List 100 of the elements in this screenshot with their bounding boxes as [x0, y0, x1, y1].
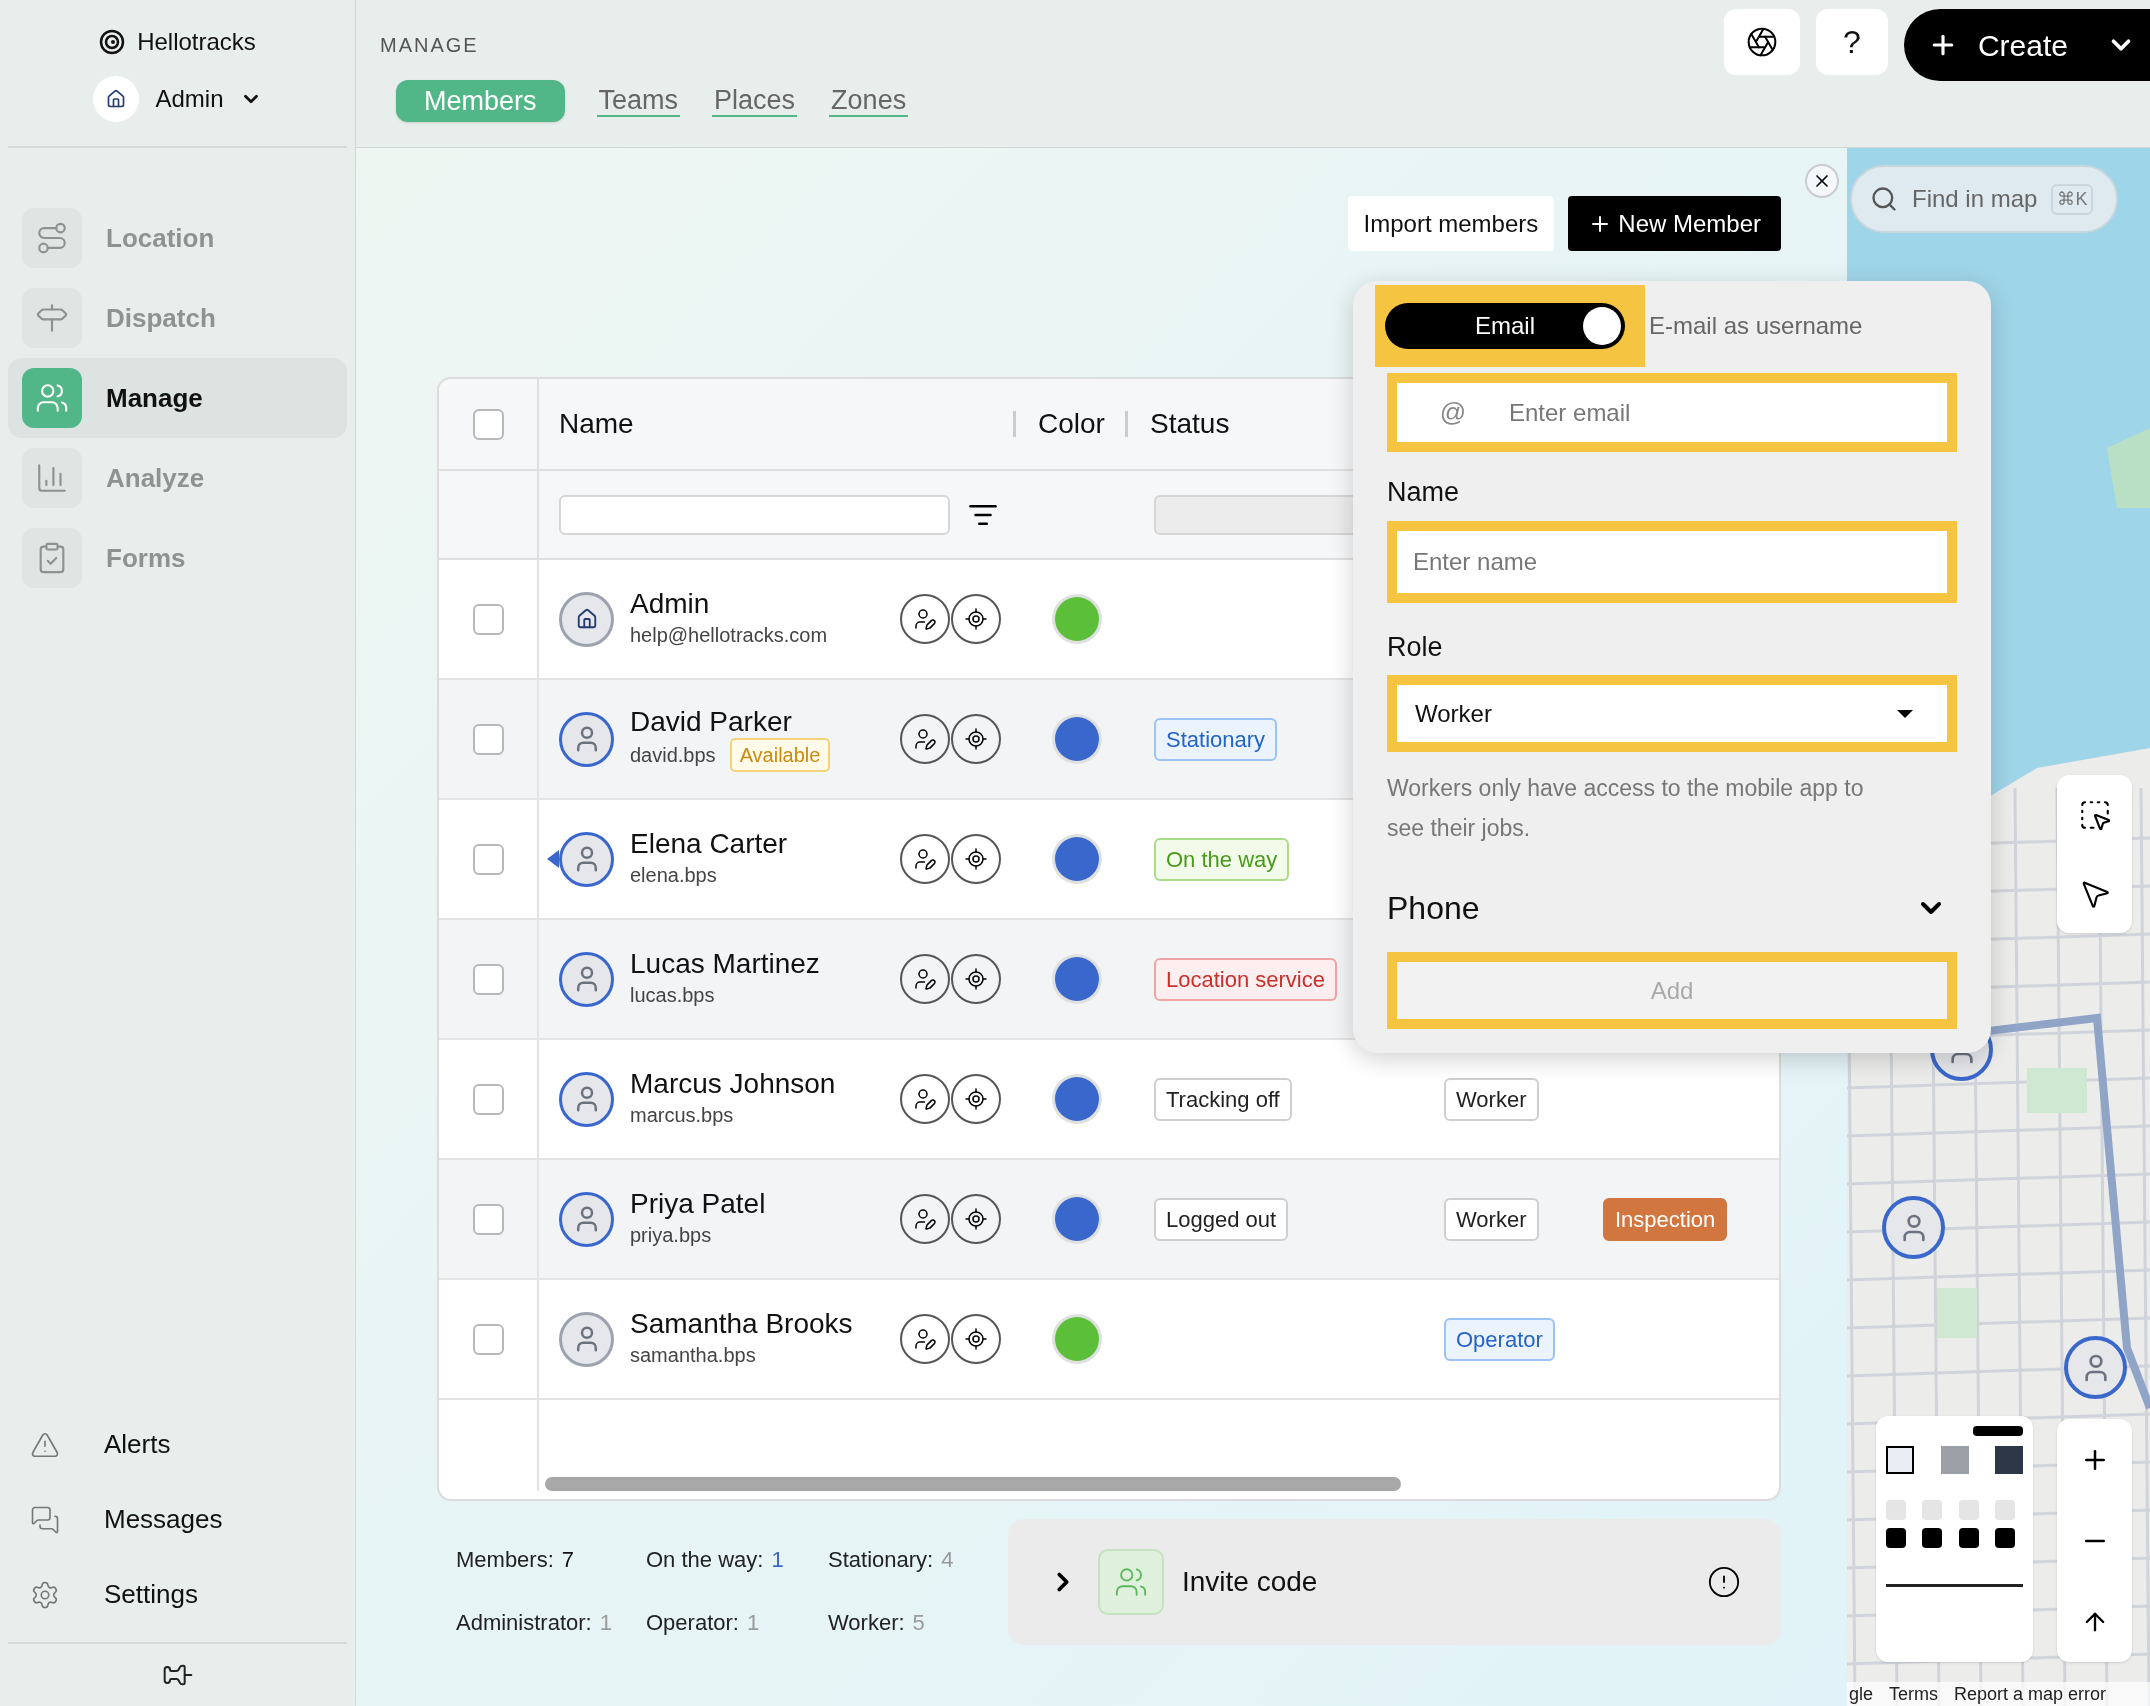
stat-label: Operator:	[646, 1609, 739, 1637]
user-edit-icon	[913, 1087, 937, 1111]
close-button[interactable]	[1805, 164, 1839, 198]
member-name: Samantha Brooks	[630, 1308, 854, 1340]
user-edit-icon	[913, 1207, 937, 1231]
tab[interactable]: Zones	[829, 85, 909, 117]
section-title: MANAGE	[380, 33, 480, 58]
column-header: Color	[1038, 407, 1105, 441]
edit-member-button[interactable]	[900, 1074, 950, 1124]
checkbox[interactable]	[472, 1083, 504, 1115]
help-button[interactable]: ?	[1815, 9, 1888, 75]
member-username: marcus.bps	[630, 1103, 734, 1128]
column-header: Name	[559, 407, 634, 441]
nav-label: Dispatch	[106, 301, 216, 335]
role-value: Worker	[1415, 698, 1492, 729]
stat-value: 1	[771, 1546, 784, 1574]
aperture-icon	[1745, 26, 1778, 58]
import-members-button[interactable]: Import members	[1347, 196, 1555, 251]
menu-item[interactable]: Messages	[30, 1500, 325, 1539]
stat-value: 1	[746, 1609, 760, 1637]
locate-button[interactable]	[951, 1074, 1001, 1124]
member-username: help@hellotracks.com	[630, 623, 828, 648]
email-input[interactable]: Enter email	[1509, 383, 1947, 442]
people-icon	[35, 381, 69, 415]
invite-code-card[interactable]: Invite code	[1008, 1519, 1781, 1645]
edit-member-button[interactable]	[900, 1194, 950, 1244]
new-member-button[interactable]: New Member	[1568, 196, 1781, 251]
stat-value: 5	[912, 1609, 925, 1637]
nav-label: Location	[106, 221, 215, 255]
email-toggle[interactable]: Email	[1385, 303, 1625, 349]
map-layers-thumbnail[interactable]	[1876, 1416, 2033, 1662]
brand-logo	[99, 29, 126, 55]
role-help-text: Workers only have access to the mobile app to see their jobs.	[1387, 774, 1865, 843]
create-button[interactable]: Create	[1903, 9, 2150, 81]
signpost-icon	[35, 301, 69, 335]
locate-button[interactable]	[951, 954, 1001, 1004]
section-label: Phone	[1387, 889, 1480, 928]
locate-button[interactable]	[951, 714, 1001, 764]
email-field[interactable]: @ Enter email	[1397, 383, 1947, 442]
checkbox[interactable]	[472, 1323, 504, 1355]
edit-member-button[interactable]	[900, 954, 950, 1004]
locate-button[interactable]	[951, 594, 1001, 644]
status-tag: On the way	[1154, 837, 1290, 881]
horizontal-scrollbar[interactable]	[545, 1477, 1401, 1491]
user-edit-icon	[913, 847, 937, 871]
stat-value: 7	[561, 1546, 575, 1574]
edit-member-button[interactable]	[900, 594, 950, 644]
name-field[interactable]: Enter name	[1397, 530, 1947, 593]
search-placeholder: Find in map	[1912, 184, 2038, 214]
checkbox[interactable]	[472, 408, 504, 440]
at-sign: @	[1438, 396, 1468, 429]
status-tag: Location service	[1154, 957, 1337, 1001]
role-tag: Operator	[1444, 1317, 1555, 1361]
menu-item[interactable]: Settings	[30, 1575, 325, 1614]
stat-label: Administrator:	[456, 1609, 592, 1637]
member-username: samantha.bps	[630, 1343, 756, 1368]
role-select[interactable]: Worker	[1397, 685, 1947, 742]
status-tag: Tracking off	[1154, 1077, 1292, 1121]
map-search-field[interactable]: Find in map ⌘K	[1850, 165, 2118, 233]
chart-icon	[35, 461, 69, 495]
user-edit-icon	[913, 727, 937, 751]
tab[interactable]: Places	[712, 85, 798, 117]
nav-label: Manage	[106, 381, 203, 415]
checkbox[interactable]	[472, 603, 504, 635]
member-username: priya.bps	[630, 1223, 712, 1248]
member-name: Elena Carter	[630, 828, 789, 860]
availability-tag: Available	[729, 738, 831, 772]
stat-value: 4	[941, 1546, 954, 1574]
edit-member-button[interactable]	[900, 834, 950, 884]
edit-member-button[interactable]	[900, 1314, 950, 1364]
locate-button[interactable]	[951, 1194, 1001, 1244]
locate-button[interactable]	[951, 834, 1001, 884]
checkbox[interactable]	[472, 1203, 504, 1235]
company-avatar	[93, 76, 140, 122]
menu-item[interactable]: Alerts	[30, 1425, 325, 1464]
locate-button[interactable]	[951, 1314, 1001, 1364]
member-username: lucas.bps	[630, 983, 715, 1008]
map-attribution[interactable]: gle	[1849, 1680, 1874, 1706]
checkbox[interactable]	[472, 963, 504, 995]
role-tag: Worker	[1444, 1077, 1539, 1121]
stat-value: 1	[599, 1609, 612, 1637]
settings-icon	[30, 1579, 60, 1610]
checkbox[interactable]	[472, 843, 504, 875]
tab[interactable]: Teams	[596, 85, 681, 117]
map-attribution[interactable]: Terms	[1889, 1680, 1939, 1706]
column-header: Status	[1150, 407, 1230, 441]
nav-item[interactable]: Manage	[8, 358, 347, 438]
map-attribution[interactable]: Report a map error	[1954, 1680, 2107, 1706]
name-filter-field[interactable]	[559, 494, 950, 535]
member-name: Marcus Johnson	[630, 1068, 837, 1100]
assistant-button[interactable]	[1723, 9, 1800, 75]
phone-section-header[interactable]: Phone	[1387, 884, 1957, 932]
member-name: David Parker	[630, 706, 793, 738]
member-name: Priya Patel	[630, 1188, 767, 1220]
edit-member-button[interactable]	[900, 714, 950, 764]
toggle-knob	[1583, 307, 1621, 345]
account-switcher[interactable]: Admin	[93, 76, 262, 122]
checkbox[interactable]	[472, 723, 504, 755]
info-icon[interactable]	[1707, 1565, 1741, 1599]
job-tag: Inspection	[1603, 1197, 1728, 1241]
